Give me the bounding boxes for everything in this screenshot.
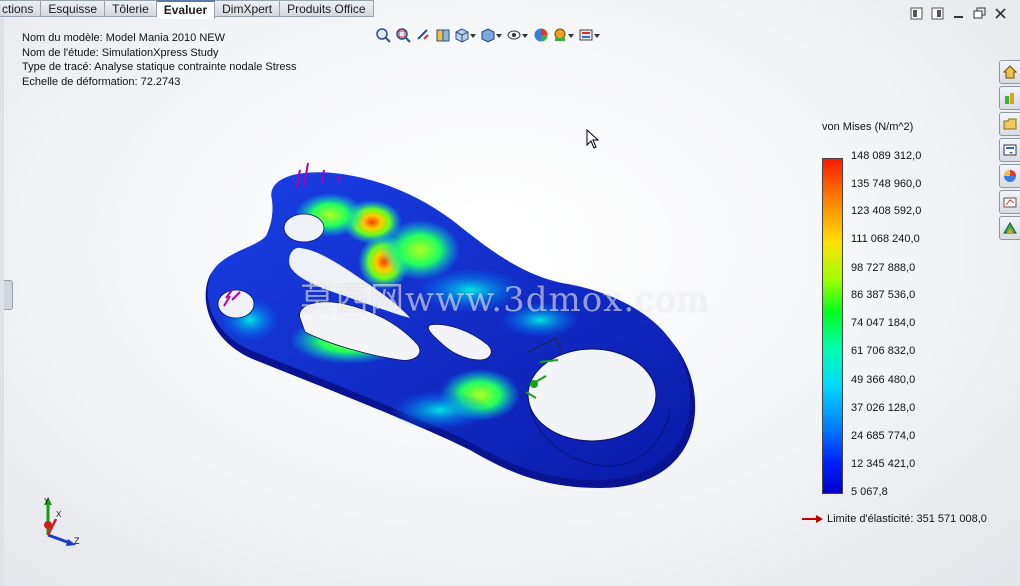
hide-show-items-icon[interactable] bbox=[506, 26, 530, 44]
yield-strength-indicator: Limite d'élasticité: 351 571 008,0 bbox=[802, 513, 987, 525]
part-hole-left bbox=[217, 289, 255, 319]
model-name: Nom du modèle: Model Mania 2010 NEW bbox=[22, 32, 225, 44]
display-style-icon[interactable] bbox=[480, 26, 504, 44]
previous-view-icon[interactable] bbox=[414, 26, 432, 44]
legend-title: von Mises (N/m^2) bbox=[822, 121, 914, 133]
minimize-icon[interactable] bbox=[951, 6, 966, 21]
view-settings-icon[interactable] bbox=[578, 26, 602, 44]
triad-y-label: Y bbox=[44, 497, 50, 506]
view-palette-icon[interactable] bbox=[999, 138, 1020, 162]
section-view-icon[interactable] bbox=[434, 26, 452, 44]
legend-label: 12 345 421,0 bbox=[851, 458, 916, 470]
tile-right-icon[interactable] bbox=[930, 6, 945, 21]
apply-scene-icon[interactable] bbox=[552, 26, 576, 44]
view-orientation-icon[interactable] bbox=[454, 26, 478, 44]
home-icon[interactable] bbox=[999, 60, 1020, 84]
legend-label: 5 067,8 bbox=[851, 486, 888, 498]
watermark: 莫西网www.3dmox.com bbox=[300, 280, 710, 320]
triad-z-label: Z bbox=[74, 536, 80, 546]
zoom-to-area-icon[interactable] bbox=[394, 26, 412, 44]
study-name: Nom de l'étude: SimulationXpress Study bbox=[22, 46, 219, 59]
close-icon[interactable] bbox=[993, 6, 1008, 21]
part-hole-top bbox=[283, 213, 325, 243]
legend-label: 74 047 184,0 bbox=[851, 317, 916, 329]
legend-label: 49 366 480,0 bbox=[851, 374, 916, 386]
heads-up-view-toolbar bbox=[374, 26, 602, 44]
design-library-icon[interactable] bbox=[999, 86, 1020, 110]
custom-properties-icon[interactable] bbox=[999, 190, 1020, 214]
reference-triad-icon: Y X Z bbox=[44, 497, 80, 546]
mouse-cursor-icon bbox=[586, 129, 600, 149]
legend-label: 24 685 774,0 bbox=[851, 430, 916, 442]
appearances-icon[interactable] bbox=[999, 164, 1020, 188]
stress-color-scale bbox=[822, 158, 843, 494]
zoom-to-fit-icon[interactable] bbox=[374, 26, 392, 44]
simulation-icon[interactable] bbox=[999, 216, 1020, 240]
yield-strength-label: Limite d'élasticité: 351 571 008,0 bbox=[827, 513, 987, 525]
deformation-scale: Echelle de déformation: 72.2743 bbox=[22, 75, 181, 88]
legend-label: 135 748 960,0 bbox=[851, 178, 922, 190]
tile-left-icon[interactable] bbox=[909, 6, 924, 21]
plot-type: Type de tracé: Analyse statique contrain… bbox=[22, 61, 297, 73]
yield-arrow-icon bbox=[802, 515, 823, 523]
legend-label: 86 387 536,0 bbox=[851, 289, 916, 301]
legend-label: 111 068 240,0 bbox=[851, 233, 920, 245]
task-pane-tabs bbox=[999, 60, 1020, 240]
triad-x-label: X bbox=[56, 510, 62, 519]
legend-label: 98 727 888,0 bbox=[851, 262, 916, 274]
legend-label: 61 706 832,0 bbox=[851, 345, 916, 357]
edit-appearance-icon[interactable] bbox=[532, 26, 550, 44]
study-info: Nom du modèle: Model Mania 2010 NEW Nom … bbox=[22, 31, 297, 89]
legend-label: 37 026 128,0 bbox=[851, 402, 916, 414]
part-hole-large bbox=[527, 348, 657, 442]
file-explorer-icon[interactable] bbox=[999, 112, 1020, 136]
legend-labels: 148 089 312,0 135 748 960,0 123 408 592,… bbox=[851, 148, 971, 500]
restore-icon[interactable] bbox=[972, 6, 987, 21]
legend-label: 148 089 312,0 bbox=[851, 150, 922, 162]
legend-label: 123 408 592,0 bbox=[851, 205, 922, 217]
window-controls bbox=[909, 6, 1008, 21]
